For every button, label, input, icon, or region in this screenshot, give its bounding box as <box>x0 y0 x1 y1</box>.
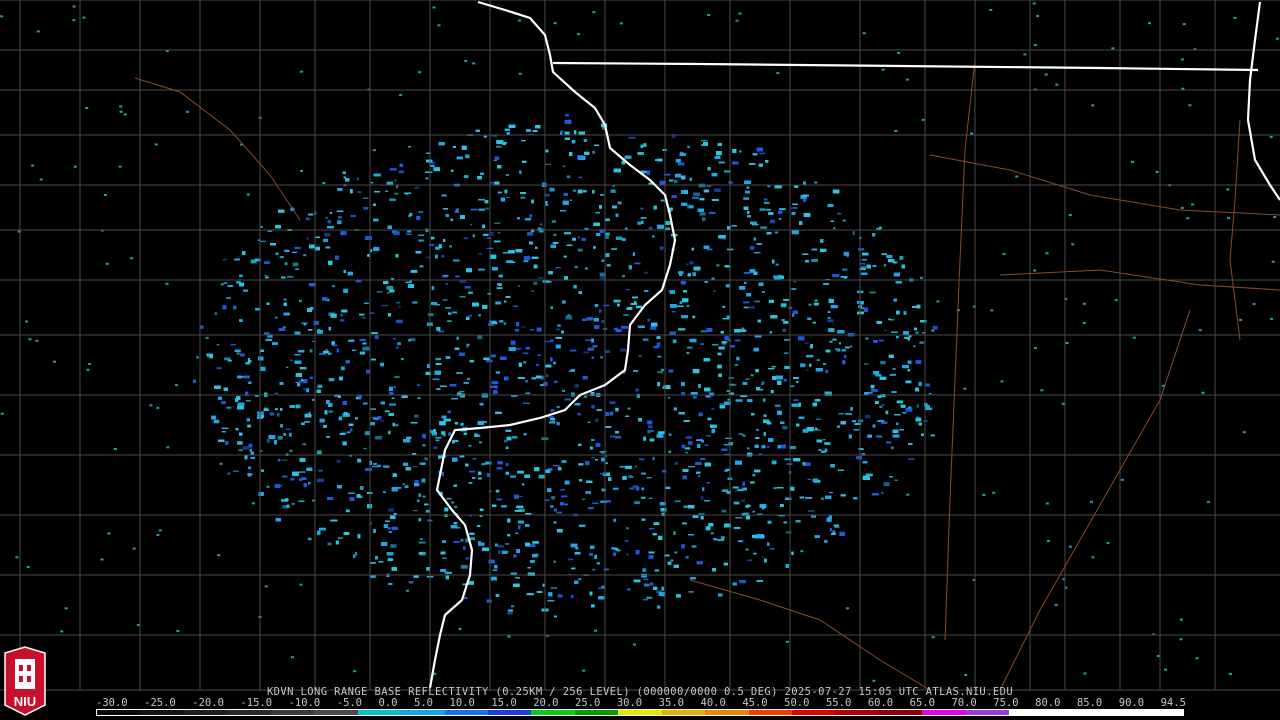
color-scale-segment <box>140 710 184 715</box>
scale-label: 35.0 <box>658 697 684 709</box>
radar-site-marker <box>561 359 573 371</box>
color-scale-segment <box>965 710 1010 715</box>
scale-label: 94.5 <box>1160 697 1186 709</box>
color-scale-segment <box>705 710 749 715</box>
scale-label: 90.0 <box>1118 697 1145 709</box>
scale-label: -15.0 <box>240 697 273 709</box>
scale-label: 70.0 <box>951 697 977 709</box>
color-scale-segment <box>618 710 662 715</box>
scale-label: 10.0 <box>449 697 475 709</box>
scale-label: -30.0 <box>96 697 128 709</box>
color-scale-segment <box>97 710 141 715</box>
color-scale-segment <box>878 710 923 715</box>
scale-label: 40.0 <box>700 697 726 709</box>
color-scale-segment <box>270 710 315 715</box>
logo-tower-window <box>19 665 23 671</box>
scale-label: -25.0 <box>144 697 176 709</box>
scale-label: 65.0 <box>909 697 935 709</box>
color-scale-segment <box>1009 710 1053 715</box>
logo-tower-window <box>19 676 23 682</box>
color-scale-segment <box>487 710 532 715</box>
scale-label: 30.0 <box>616 697 643 709</box>
color-scale-segment <box>661 710 706 715</box>
color-scale-segment <box>1052 710 1097 715</box>
scale-label: 80.0 <box>1035 697 1061 709</box>
logo-tower-window <box>27 676 31 682</box>
color-scale-segment <box>922 710 966 715</box>
scale-label: -5.0 <box>336 697 362 709</box>
color-scale-segment <box>531 710 575 715</box>
scale-label: 55.0 <box>825 697 852 709</box>
scale-label: 50.0 <box>784 697 810 709</box>
color-scale-segment <box>401 710 445 715</box>
scale-label: -20.0 <box>192 697 224 709</box>
color-scale-segment <box>314 710 358 715</box>
color-scale-segment <box>835 710 879 715</box>
radar-map <box>0 0 1280 720</box>
scale-label: 25.0 <box>575 697 601 709</box>
color-scale-segment <box>227 710 271 715</box>
scale-label: 15.0 <box>491 697 517 709</box>
scale-label: 0.0 <box>378 697 398 709</box>
color-scale-segment <box>748 710 792 715</box>
color-scale-segment <box>183 710 228 715</box>
scale-label: 85.0 <box>1076 697 1103 709</box>
color-scale-labels: -30.0 -25.0 -20.0 -15.0 -10.0 -5.0 0.0 5.0 10.0 1… <box>96 698 1186 709</box>
logo-tower-window <box>27 665 31 671</box>
scale-label: 60.0 <box>867 697 894 709</box>
color-scale-segment <box>444 710 488 715</box>
scale-label: 20.0 <box>533 697 559 709</box>
color-scale-segment <box>574 710 619 715</box>
scale-label: 45.0 <box>742 697 768 709</box>
scale-label: 75.0 <box>993 697 1019 709</box>
color-scale-segment <box>1096 710 1140 715</box>
color-scale-bar <box>96 709 1184 716</box>
logo-tower <box>15 659 35 689</box>
logo-text: NIU <box>14 694 36 709</box>
color-scale-segment <box>792 710 836 715</box>
scale-label: -10.0 <box>288 697 321 709</box>
color-scale-segment <box>357 710 402 715</box>
color-scale-segment <box>1139 710 1183 715</box>
map-background <box>0 0 1280 720</box>
scale-label: 5.0 <box>414 697 433 709</box>
niu-logo: NIU <box>4 646 46 716</box>
